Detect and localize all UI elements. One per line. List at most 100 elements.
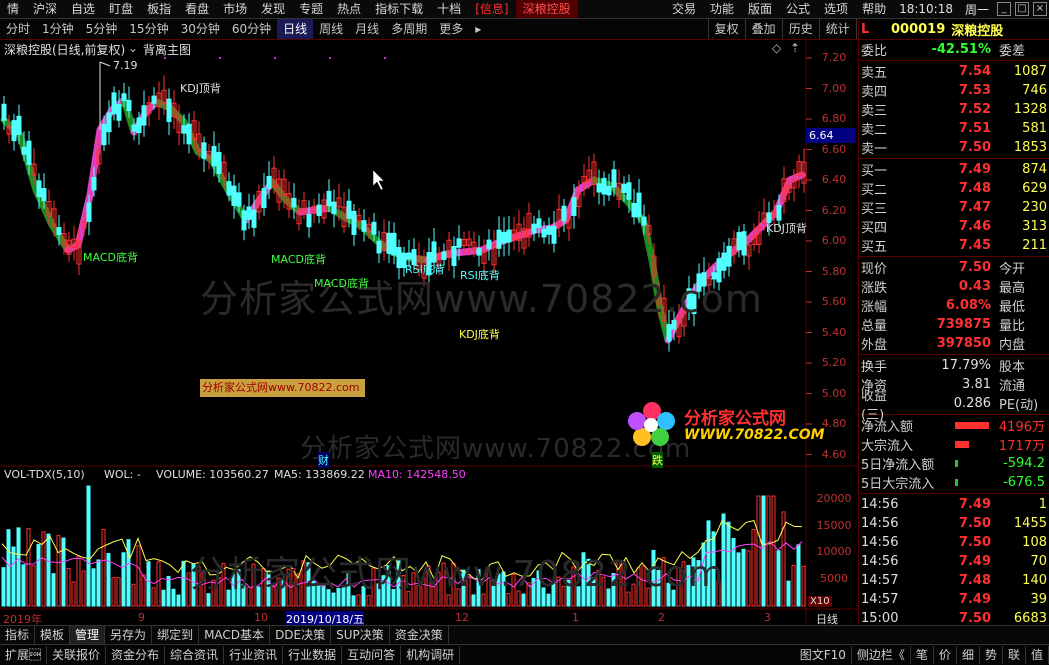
bottom-tab[interactable]: MACD基本: [199, 626, 271, 644]
date-label: 2: [658, 611, 665, 624]
period-tab[interactable]: 分时: [0, 19, 36, 39]
menu-stock-tab[interactable]: 深粮控股: [515, 0, 578, 18]
sell-level[interactable]: 卖五 7.54 1087: [859, 62, 1049, 81]
menu-item[interactable]: 指标下载: [368, 0, 430, 18]
period-tab[interactable]: 5分钟: [80, 19, 124, 39]
side-tab[interactable]: 联: [1003, 646, 1026, 664]
arrow-up-icon[interactable]: ⇡: [790, 41, 800, 55]
menu-item[interactable]: 发现: [254, 0, 292, 18]
sell-level[interactable]: 卖四 7.53 746: [859, 81, 1049, 100]
menu-item[interactable]: 情: [0, 0, 26, 18]
menu-item-right[interactable]: 帮助: [855, 0, 893, 18]
period-more-icon[interactable]: ▸: [469, 19, 487, 39]
close-icon[interactable]: ×: [1033, 2, 1047, 16]
period-tab[interactable]: 30分钟: [175, 19, 226, 39]
tool-button[interactable]: 统计: [818, 19, 856, 39]
minimize-icon[interactable]: _: [997, 2, 1011, 16]
buy-level[interactable]: 买二 7.48 629: [859, 179, 1049, 198]
buy-level[interactable]: 买三 7.47 230: [859, 198, 1049, 217]
date-label: 9: [138, 611, 145, 624]
period-tab[interactable]: 60分钟: [226, 19, 277, 39]
menu-item[interactable]: 市场: [216, 0, 254, 18]
signal-rsi-bottom: RSI底背: [460, 269, 500, 282]
sell-level[interactable]: 卖一 7.50 1853: [859, 138, 1049, 157]
info-tab[interactable]: 综合资讯: [165, 646, 225, 664]
flow-label: 5日大宗流入: [861, 477, 935, 492]
indicator-name[interactable]: 背离主图: [143, 41, 191, 58]
menu-item-right[interactable]: 选项: [817, 0, 855, 18]
vol-ma5: MA5: 133869.22: [274, 468, 365, 481]
info-tab[interactable]: 行业资讯: [224, 646, 284, 664]
period-tab[interactable]: 多周期: [385, 19, 433, 39]
info-tab[interactable]: 关联报价: [47, 646, 107, 664]
bottom-tab[interactable]: DDE决策: [270, 626, 332, 644]
menu-item-right[interactable]: 交易: [665, 0, 703, 18]
volume-tick: 15000: [816, 519, 852, 532]
date-label: 12: [455, 611, 469, 624]
menu-item[interactable]: 板指: [140, 0, 178, 18]
period-tab[interactable]: 月线: [349, 19, 385, 39]
maximize-icon[interactable]: □: [1015, 2, 1029, 16]
period-tab[interactable]: 更多: [433, 19, 469, 39]
menu-item-right[interactable]: 功能: [703, 0, 741, 18]
sell-level-value: 7.54: [958, 64, 991, 79]
menu-item[interactable]: 自选: [64, 0, 102, 18]
side-tab[interactable]: 值: [1026, 646, 1049, 664]
info-tab[interactable]: 机构调研: [401, 646, 461, 664]
tool-button[interactable]: 叠加: [744, 19, 782, 39]
menu-item[interactable]: 热点: [330, 0, 368, 18]
menu-item[interactable]: 看盘: [178, 0, 216, 18]
diamond-icon[interactable]: ◇: [772, 41, 781, 55]
side-tab[interactable]: 图文F10: [795, 646, 852, 664]
bottom-tab[interactable]: 资金决策: [390, 626, 449, 644]
marker-drop[interactable]: 跌: [652, 452, 663, 468]
bottom-tab[interactable]: 绑定到: [152, 626, 200, 644]
ad-banner[interactable]: 分析家公式网www.70822.com: [200, 379, 365, 397]
side-tab[interactable]: 价: [934, 646, 957, 664]
site-logo[interactable]: 分析家公式网 WWW.70822.COM: [626, 399, 825, 449]
current-price-box: 6.64: [806, 128, 856, 143]
info-tab[interactable]: 资金分布: [106, 646, 166, 664]
tool-button[interactable]: 复权: [707, 19, 745, 39]
kline-chart[interactable]: 分析家公式网www.70822.com 分析家公式网www.70822.com …: [0, 40, 858, 627]
menu-info[interactable]: [信息]: [468, 0, 515, 18]
bottom-tab[interactable]: 另存为: [105, 626, 153, 644]
buy-level[interactable]: 买四 7.46 313: [859, 217, 1049, 236]
bottom-tab[interactable]: 管理: [70, 626, 106, 644]
menu-item[interactable]: 专题: [292, 0, 330, 18]
menu-item[interactable]: 盯盘: [102, 0, 140, 18]
period-tab[interactable]: 1分钟: [36, 19, 80, 39]
stat-label2: 最高: [999, 281, 1026, 296]
period-tab[interactable]: 15分钟: [123, 19, 174, 39]
buy-level[interactable]: 买五 7.45 211: [859, 236, 1049, 255]
menu-item[interactable]: 十档: [430, 0, 468, 18]
vol-name[interactable]: VOL-TDX(5,10): [4, 468, 85, 481]
sell-level-label: 卖四: [861, 85, 888, 100]
side-tab[interactable]: 笔: [911, 646, 934, 664]
marker-finance[interactable]: 财: [318, 452, 329, 468]
menu-item-right[interactable]: 公式: [779, 0, 817, 18]
period-tab[interactable]: 周线: [313, 19, 349, 39]
tool-button[interactable]: 历史: [781, 19, 819, 39]
period-tab[interactable]: 日线: [277, 19, 314, 39]
sell-level[interactable]: 卖二 7.51 581: [859, 119, 1049, 138]
menu-item[interactable]: 沪深: [26, 0, 64, 18]
buy-level[interactable]: 买一 7.49 874: [859, 160, 1049, 179]
bottom-tab[interactable]: 指标: [0, 626, 36, 644]
bottom-tab[interactable]: SUP决策: [331, 626, 390, 644]
chevron-down-icon[interactable]: ⌄: [128, 41, 138, 55]
signal-kdj-top: KDJ顶背: [766, 222, 807, 235]
info-tab[interactable]: 行业数据: [283, 646, 343, 664]
side-tab[interactable]: 势: [980, 646, 1003, 664]
sell-level-value2: 1853: [1013, 140, 1047, 155]
side-tab[interactable]: 侧边栏《: [852, 646, 911, 664]
menu-item-right[interactable]: 版面: [741, 0, 779, 18]
sell-level[interactable]: 卖三 7.52 1328: [859, 100, 1049, 119]
info-tab[interactable]: 互动问答: [342, 646, 402, 664]
stat-label2: 量比: [999, 319, 1026, 334]
info-tab[interactable]: 扩展: [0, 646, 48, 664]
side-tab[interactable]: 细: [957, 646, 980, 664]
bottom-tab[interactable]: 模板: [35, 626, 71, 644]
signal-macd-bottom: MACD底背: [314, 277, 369, 290]
weekday: 周一: [964, 2, 989, 17]
